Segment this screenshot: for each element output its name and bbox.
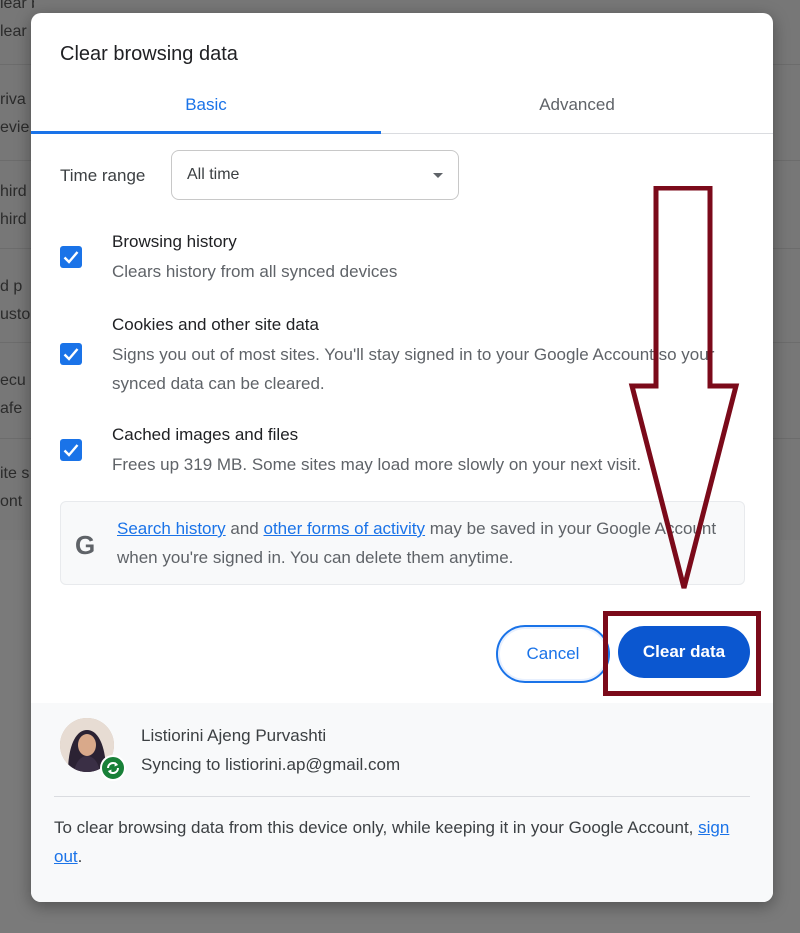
note-text: .: [77, 847, 83, 866]
sync-arrows-icon: [107, 762, 119, 774]
bg-text: ont: [0, 493, 23, 510]
sync-status: Syncing to listiorini.ap@gmail.com: [141, 755, 401, 774]
tab-advanced[interactable]: Advanced: [391, 85, 763, 131]
account-section: Listiorini Ajeng Purvashti Syncing to li…: [31, 703, 773, 902]
bg-text: d p: [0, 278, 23, 295]
dialog-title: Clear browsing data: [60, 43, 238, 65]
other-activity-link[interactable]: other forms of activity: [263, 519, 425, 538]
checkmark-icon: [63, 251, 79, 264]
checkmark-icon: [63, 348, 79, 361]
annotation-highlight-box: [603, 611, 761, 696]
tab-basic[interactable]: Basic: [31, 85, 381, 134]
tab-bar: Basic Advanced: [31, 85, 773, 134]
option-title: Browsing history: [112, 232, 237, 251]
time-range-label: Time range: [60, 166, 146, 185]
google-g-icon: G: [75, 530, 96, 560]
bg-text: hird: [0, 211, 27, 228]
bg-text: hird: [0, 183, 27, 200]
option-title: Cookies and other site data: [112, 315, 319, 334]
caret-down-icon: [433, 173, 443, 178]
bg-text: lear: [0, 23, 27, 40]
divider: [54, 796, 750, 797]
bg-text: afe: [0, 400, 23, 417]
bg-text: ite s: [0, 465, 30, 482]
sign-out-note: To clear browsing data from this device …: [54, 813, 734, 871]
bg-text: lear browsing data: [0, 0, 34, 12]
account-name: Listiorini Ajeng Purvashti: [141, 726, 327, 745]
time-range-value: All time: [187, 166, 240, 183]
annotation-arrow-icon: [628, 186, 740, 589]
info-text-part: and: [225, 519, 264, 538]
browsing-history-checkbox[interactable]: [60, 246, 82, 268]
time-range-select[interactable]: All time: [171, 150, 459, 200]
option-title: Cached images and files: [112, 425, 299, 444]
checkmark-icon: [63, 444, 79, 457]
cancel-button[interactable]: Cancel: [496, 625, 610, 683]
note-text: To clear browsing data from this device …: [54, 818, 699, 837]
search-history-link[interactable]: Search history: [117, 519, 226, 538]
bg-text: ecu: [0, 372, 26, 389]
bg-text: riva: [0, 91, 26, 108]
cookies-checkbox[interactable]: [60, 343, 82, 365]
bg-text: evie: [0, 119, 30, 136]
bg-text: usto: [0, 306, 31, 323]
cached-images-checkbox[interactable]: [60, 439, 82, 461]
sync-icon: [100, 755, 126, 781]
